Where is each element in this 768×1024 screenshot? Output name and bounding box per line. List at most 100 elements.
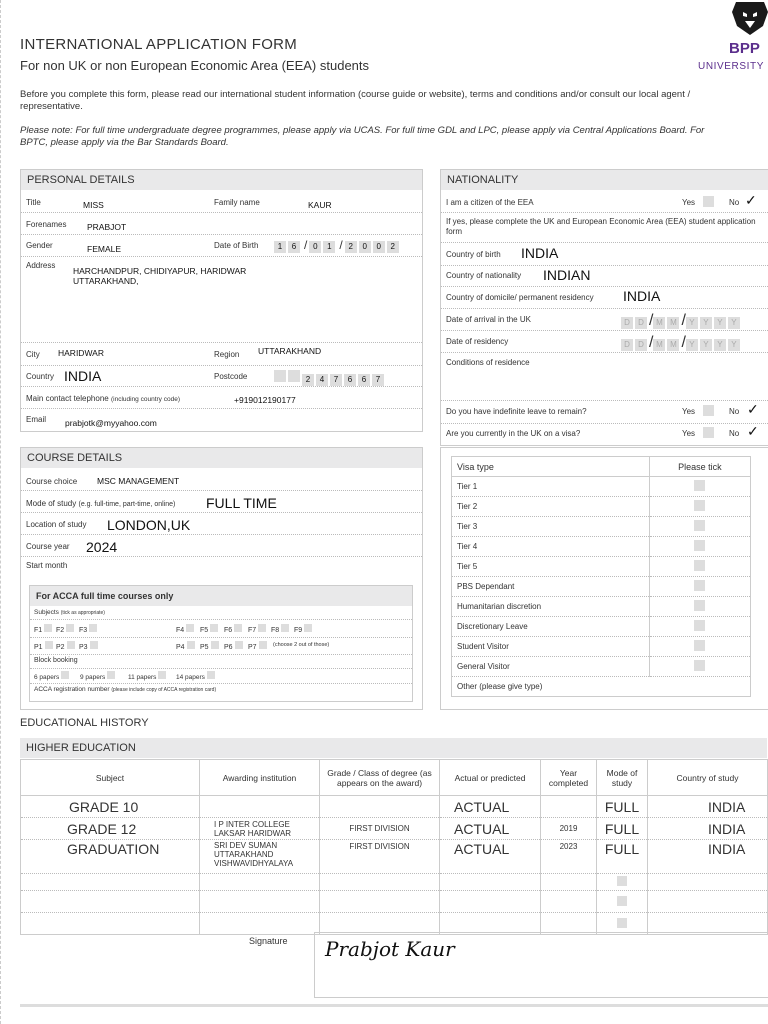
subject-p3[interactable]: P3	[79, 641, 98, 651]
indefinite-no-checkbox[interactable]: ✓	[747, 401, 759, 418]
block-9-papers[interactable]: 9 papers	[80, 671, 116, 681]
subject-p6[interactable]: P6	[224, 641, 243, 651]
subject-p5[interactable]: P5	[200, 641, 219, 651]
cell-year[interactable]	[540, 795, 597, 818]
cell-mode[interactable]: FULL	[596, 839, 648, 874]
eea-yes-checkbox[interactable]	[703, 196, 714, 207]
cell-institution[interactable]	[199, 795, 320, 818]
visa-humanitarian-checkbox[interactable]	[694, 600, 706, 611]
dob-field[interactable]: 1 6/0 1/2 0 0 2	[274, 238, 401, 253]
cell-empty[interactable]	[20, 890, 200, 913]
subject-p7[interactable]: P7	[248, 641, 267, 651]
date-box[interactable]: Y	[685, 339, 698, 351]
date-box[interactable]: Y	[699, 317, 712, 329]
visa-tier4-checkbox[interactable]	[694, 540, 706, 551]
family-name-value[interactable]: KAUR	[308, 200, 332, 210]
cell-subject[interactable]: GRADE 10	[20, 795, 200, 818]
cell-grade[interactable]: FIRST DIVISION	[319, 817, 440, 840]
date-box[interactable]: Y	[713, 339, 726, 351]
date-box[interactable]: M	[653, 339, 666, 351]
uk-visa-no-checkbox[interactable]: ✓	[747, 423, 759, 440]
postcode-digit[interactable]: 7	[330, 374, 342, 386]
cell-actual[interactable]: ACTUAL	[439, 817, 541, 840]
date-box[interactable]: M	[667, 317, 680, 329]
subject-f3[interactable]: F3	[79, 624, 98, 634]
address-line-2[interactable]: UTTARAKHAND,	[73, 276, 139, 286]
dob-year-3[interactable]: 0	[372, 241, 385, 253]
dob-year-2[interactable]: 0	[358, 241, 371, 253]
subject-f5[interactable]: F5	[200, 624, 219, 634]
cell-empty[interactable]	[647, 890, 768, 913]
date-box[interactable]: Y	[685, 317, 698, 329]
cell-institution[interactable]: I P INTER COLLEGE LAKSAR HARIDWAR	[199, 817, 320, 840]
nationality-value[interactable]: INDIAN	[543, 267, 590, 283]
date-box[interactable]: Y	[699, 339, 712, 351]
mode-value[interactable]: FULL TIME	[206, 495, 277, 511]
date-box[interactable]: D	[635, 317, 647, 329]
cell-empty[interactable]	[319, 873, 440, 891]
block-11-papers[interactable]: 11 papers	[128, 671, 167, 681]
subject-f7[interactable]: F7	[248, 624, 267, 634]
forenames-value[interactable]: PRABJOT	[87, 222, 126, 232]
visa-discretionary-checkbox[interactable]	[694, 620, 706, 631]
postcode-digit[interactable]	[288, 370, 300, 382]
region-value[interactable]: UTTARAKHAND	[258, 346, 321, 356]
subject-f4[interactable]: F4	[176, 624, 195, 634]
cell-empty[interactable]	[439, 873, 541, 891]
birth-value[interactable]: INDIA	[521, 245, 558, 261]
uk-visa-yes-checkbox[interactable]	[703, 427, 714, 438]
cell-empty[interactable]	[199, 873, 320, 891]
dob-day-1[interactable]: 1	[274, 241, 286, 253]
cell-year[interactable]: 2019	[540, 817, 597, 840]
cell-empty[interactable]	[319, 890, 440, 913]
visa-tier1-checkbox[interactable]	[694, 480, 706, 491]
dob-month-2[interactable]: 1	[323, 241, 336, 253]
date-box[interactable]: D	[621, 339, 633, 351]
date-box[interactable]: Y	[727, 339, 740, 351]
subject-f6[interactable]: F6	[224, 624, 243, 634]
visa-tier3-checkbox[interactable]	[694, 520, 706, 531]
eea-no-checkbox[interactable]: ✓	[745, 192, 757, 209]
date-box[interactable]: D	[621, 317, 633, 329]
cell-grade[interactable]: FIRST DIVISION	[319, 839, 440, 874]
city-value[interactable]: HARIDWAR	[58, 348, 104, 358]
postcode-digit[interactable]: 6	[344, 374, 356, 386]
postcode-digit[interactable]: 6	[358, 374, 370, 386]
postcode-digit[interactable]: 4	[316, 374, 328, 386]
cell-empty[interactable]	[199, 890, 320, 913]
title-value[interactable]: MISS	[83, 200, 104, 210]
date-box[interactable]: D	[635, 339, 647, 351]
visa-general-visitor-checkbox[interactable]	[694, 660, 706, 671]
cell-grade[interactable]	[319, 795, 440, 818]
subject-p2[interactable]: P2	[56, 641, 75, 651]
email-value[interactable]: prabjotk@myyahoo.com	[65, 418, 157, 428]
cell-empty[interactable]	[647, 873, 768, 891]
visa-pbs-checkbox[interactable]	[694, 580, 706, 591]
domicile-value[interactable]: INDIA	[623, 288, 660, 304]
arrival-date-field[interactable]: D D / M M / Y Y Y Y	[621, 312, 742, 330]
cell-year[interactable]: 2023	[540, 839, 597, 874]
cell-actual[interactable]: ACTUAL	[439, 795, 541, 818]
visa-student-visitor-checkbox[interactable]	[694, 640, 706, 651]
cell-mode-checkbox[interactable]	[596, 873, 648, 891]
subject-p4[interactable]: P4	[176, 641, 195, 651]
cell-empty[interactable]	[439, 890, 541, 913]
dob-year-1[interactable]: 2	[344, 241, 357, 253]
date-box[interactable]: Y	[713, 317, 726, 329]
date-box[interactable]: M	[667, 339, 680, 351]
cell-empty[interactable]	[540, 890, 597, 913]
subject-f1[interactable]: F1	[34, 624, 53, 634]
cell-country[interactable]: INDIA	[647, 795, 768, 818]
block-6-papers[interactable]: 6 papers	[34, 671, 70, 681]
postcode-digit[interactable]: 2	[302, 374, 314, 386]
dob-month-1[interactable]: 0	[309, 241, 322, 253]
block-14-papers[interactable]: 14 papers	[176, 671, 215, 681]
subject-p1[interactable]: P1	[34, 641, 53, 651]
year-value[interactable]: 2024	[86, 539, 117, 555]
postcode-digit[interactable]	[274, 370, 286, 382]
residency-date-field[interactable]: D D / M M / Y Y Y Y	[621, 334, 742, 352]
subject-f2[interactable]: F2	[56, 624, 75, 634]
gender-value[interactable]: FEMALE	[87, 244, 121, 254]
indefinite-yes-checkbox[interactable]	[703, 405, 714, 416]
cell-empty[interactable]	[20, 912, 200, 935]
